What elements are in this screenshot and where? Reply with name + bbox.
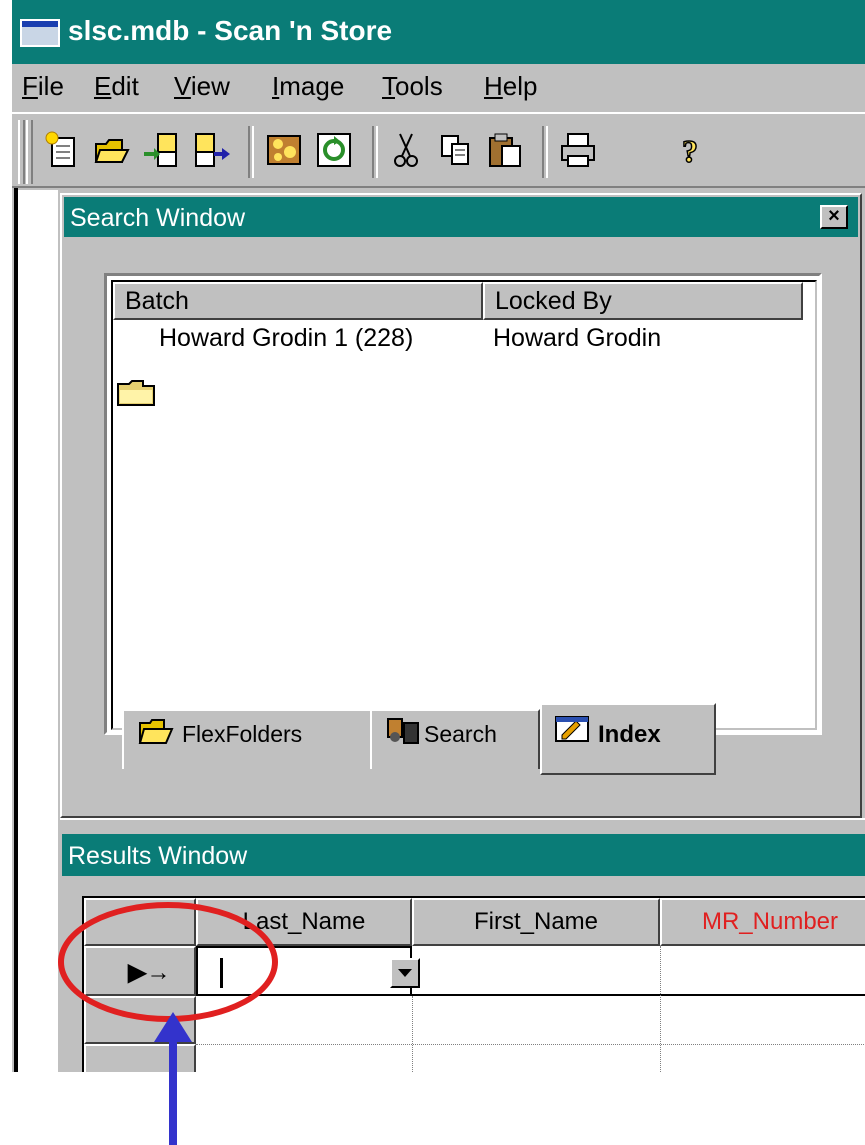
open-folder-icon[interactable] — [92, 130, 132, 170]
menu-view[interactable]: View — [174, 71, 230, 102]
search-window: Search Window × Batch Locked By Howard G… — [60, 193, 862, 818]
menu-help[interactable]: Help — [484, 71, 537, 102]
toolbar-grip[interactable] — [26, 120, 33, 184]
toolbar-separator — [542, 126, 548, 178]
scan-icon[interactable] — [264, 130, 304, 170]
print-icon[interactable] — [558, 130, 598, 170]
batch-list-inner: Batch Locked By Howard Grodin 1 (228) Ho… — [111, 280, 817, 730]
toolbar-separator — [248, 126, 254, 178]
grid-cell-first-name[interactable] — [412, 946, 865, 996]
folder-icon — [117, 380, 155, 406]
menu-tools[interactable]: Tools — [382, 71, 443, 102]
toolbar-grip[interactable] — [18, 120, 25, 184]
binoculars-icon — [387, 718, 419, 744]
search-window-title-bar[interactable]: Search Window × — [64, 197, 858, 237]
close-icon[interactable]: × — [820, 205, 848, 229]
menu-image-rest: mage — [279, 71, 345, 101]
batch-name: Howard Grodin 1 (228) — [159, 324, 414, 352]
tab-index[interactable]: Index — [540, 703, 716, 775]
help-icon[interactable]: ? — [670, 130, 710, 170]
results-window-title-bar[interactable]: Results Window — [62, 834, 865, 876]
search-window-title: Search Window — [70, 204, 246, 232]
menu-help-rest: elp — [502, 71, 538, 101]
window-title: slsc.mdb - Scan 'n Store — [68, 15, 393, 46]
export-icon[interactable] — [192, 130, 232, 170]
menu-file-mnemonic: F — [22, 71, 38, 101]
menu-tools-rest: ools — [395, 71, 443, 101]
menu-file-rest: ile — [37, 71, 64, 101]
cut-icon[interactable] — [386, 130, 426, 170]
app-window-icon[interactable] — [20, 19, 60, 47]
highlight-circle — [58, 902, 278, 1022]
locked-by: Howard Grodin — [493, 324, 662, 352]
copy-icon[interactable] — [436, 130, 476, 170]
grid-line — [196, 1044, 865, 1045]
tab-search[interactable]: Search — [370, 709, 540, 769]
tab-flexfolders-label: FlexFolders — [182, 721, 303, 747]
pointer-arrow-icon — [154, 1012, 192, 1145]
toolbar: ? — [12, 112, 865, 188]
menu-edit-mnemonic: E — [94, 71, 112, 101]
paste-icon[interactable] — [486, 130, 526, 170]
column-header-mr-number[interactable]: MR_Number — [660, 898, 865, 946]
open-folder-icon — [138, 719, 174, 744]
menu-edit[interactable]: Edit — [94, 71, 139, 102]
import-icon[interactable] — [142, 130, 182, 170]
menu-bar: File Edit View Image Tools Help — [12, 64, 865, 110]
menu-edit-rest: dit — [111, 71, 139, 101]
results-window-title: Results Window — [68, 842, 248, 870]
title-bar[interactable]: slsc.mdb - Scan 'n Store — [12, 0, 865, 64]
background-document — [18, 190, 58, 1072]
menu-image[interactable]: Image — [272, 71, 344, 102]
tab-index-label: Index — [598, 721, 661, 748]
tab-flexfolders[interactable]: FlexFolders — [122, 709, 372, 769]
column-header-first-name[interactable]: First_Name — [412, 898, 660, 946]
menu-file[interactable]: File — [22, 71, 64, 102]
new-document-icon[interactable] — [42, 130, 82, 170]
column-header-batch[interactable]: Batch — [113, 282, 483, 320]
menu-view-mnemonic: V — [174, 71, 191, 101]
list-item[interactable]: Howard Grodin 1 (228) Howard Grodin — [113, 324, 813, 406]
svg-text:?: ? — [682, 133, 698, 169]
tab-search-label: Search — [424, 721, 497, 747]
menu-help-mnemonic: H — [484, 71, 503, 101]
column-header-locked-by[interactable]: Locked By — [483, 282, 803, 320]
refresh-icon[interactable] — [314, 130, 354, 170]
grid-line — [660, 946, 661, 1072]
batch-list[interactable]: Batch Locked By Howard Grodin 1 (228) Ho… — [104, 273, 822, 735]
grid-line — [412, 996, 413, 1072]
index-card-icon — [555, 716, 589, 742]
toolbar-separator — [372, 126, 378, 178]
menu-tools-mnemonic: T — [382, 71, 395, 101]
menu-view-rest: iew — [190, 71, 230, 101]
